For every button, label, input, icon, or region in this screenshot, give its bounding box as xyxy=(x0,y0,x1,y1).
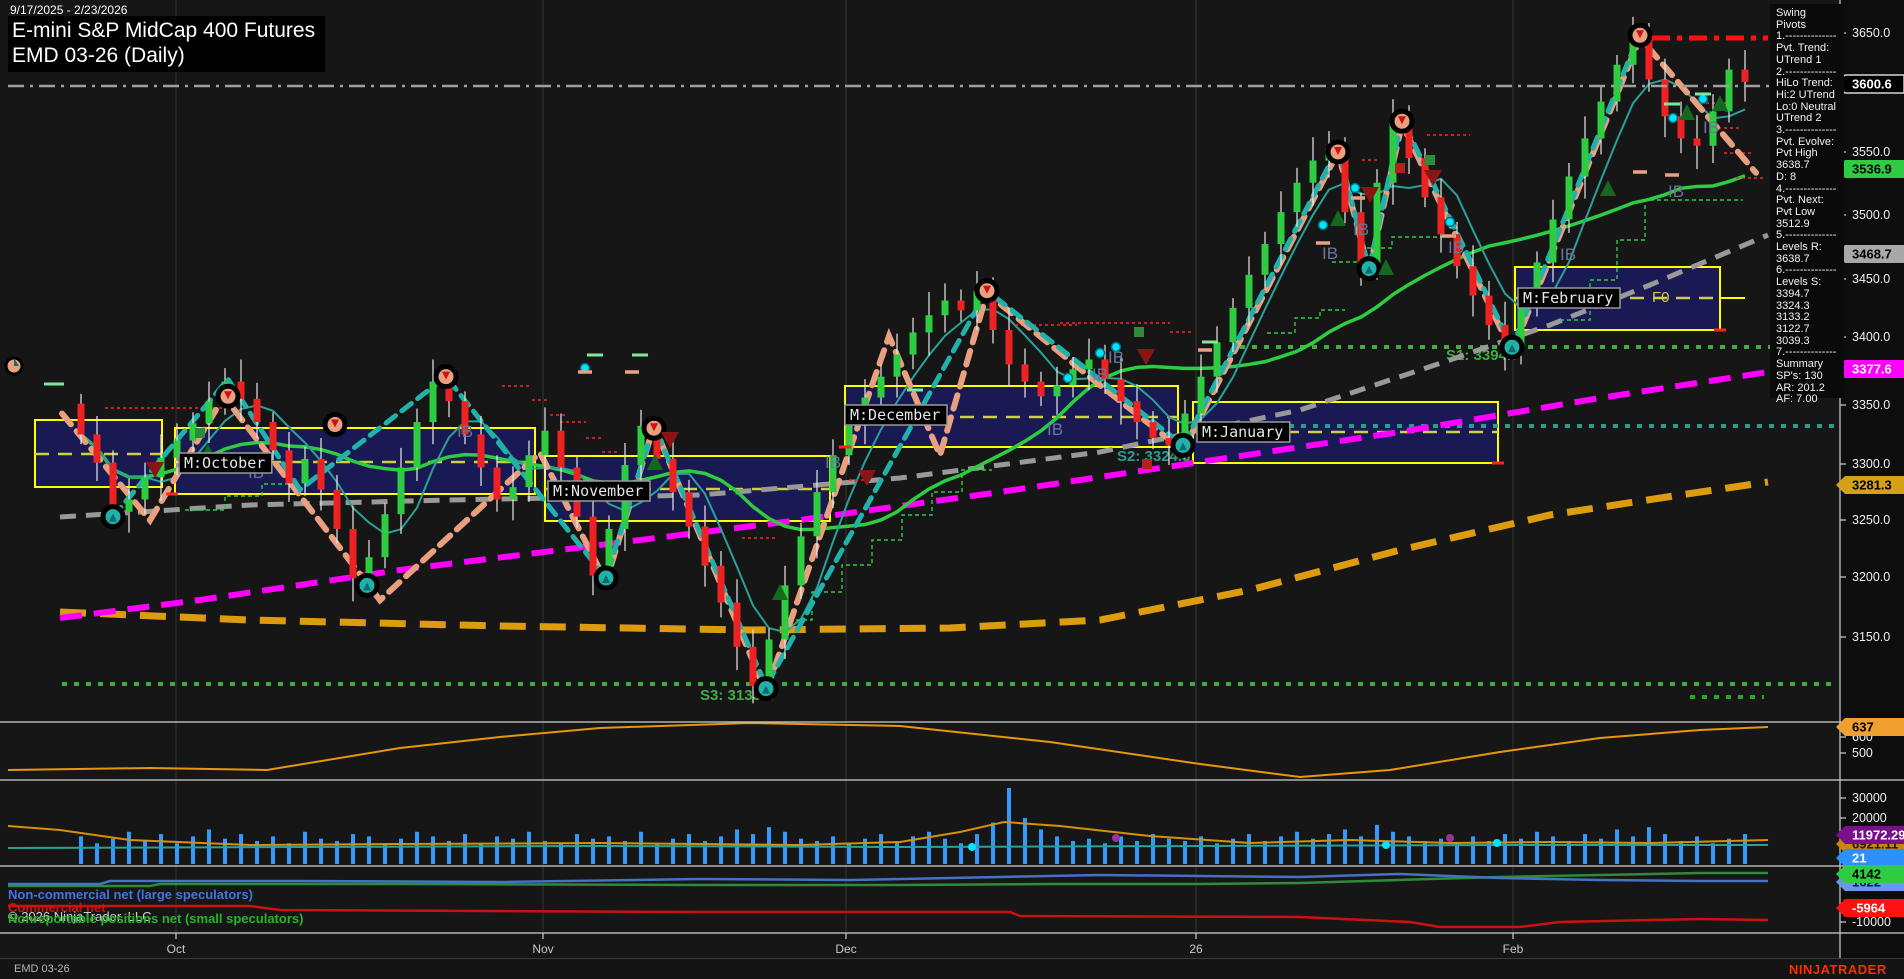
date-range: 9/17/2025 - 2/23/2026 xyxy=(10,3,127,17)
legend-line: Swing Pivots xyxy=(1776,8,1838,31)
legend-line: D: 8 xyxy=(1776,172,1838,184)
tab-bar: EMD 03-26 NINJATRADER xyxy=(0,958,1904,979)
svg-text:3400.0: 3400.0 xyxy=(1852,330,1890,344)
svg-text:3600.6: 3600.6 xyxy=(1852,77,1892,92)
svg-text:IB: IB xyxy=(1703,118,1719,137)
chart-canvas[interactable]: S1: 3394.7S2: 3324.3S3: 3133.2IBIBIBIBIB… xyxy=(0,0,1904,979)
svg-text:3300.0: 3300.0 xyxy=(1852,457,1890,471)
svg-text:IB: IB xyxy=(457,422,473,441)
svg-text:3536.9: 3536.9 xyxy=(1852,162,1892,177)
svg-text:30000: 30000 xyxy=(1852,791,1887,805)
ninjatrader-logo: NINJATRADER xyxy=(1789,962,1887,977)
svg-text:3550.0: 3550.0 xyxy=(1852,145,1890,159)
svg-text:IB: IB xyxy=(1322,244,1338,263)
svg-text:3250.0: 3250.0 xyxy=(1852,513,1890,527)
svg-text:Dec: Dec xyxy=(835,942,856,956)
svg-text:3500.0: 3500.0 xyxy=(1852,208,1890,222)
legend-line: SP's: 130 xyxy=(1776,371,1838,383)
svg-text:IB: IB xyxy=(1108,348,1124,367)
svg-text:20000: 20000 xyxy=(1852,811,1887,825)
svg-text:IB: IB xyxy=(1668,182,1684,201)
svg-text:Nov: Nov xyxy=(532,942,553,956)
svg-text:4142: 4142 xyxy=(1852,867,1881,882)
svg-text:IB: IB xyxy=(1560,245,1576,264)
svg-text:IB: IB xyxy=(1092,365,1108,384)
svg-text:26: 26 xyxy=(1189,942,1203,956)
svg-text:3450.0: 3450.0 xyxy=(1852,272,1890,286)
ninjatrader-chart-window: S1: 3394.7S2: 3324.3S3: 3133.2IBIBIBIBIB… xyxy=(0,0,1904,979)
chart-title-line2: EMD 03-26 (Daily) xyxy=(12,43,315,68)
svg-text:M:December: M:December xyxy=(850,406,940,424)
svg-text:21: 21 xyxy=(1852,851,1866,866)
cot-nonreportable-label: Nonreportable positions net (small specu… xyxy=(8,913,303,925)
legend-line: 3122.7 xyxy=(1776,324,1838,336)
svg-text:M:October: M:October xyxy=(184,454,265,472)
svg-text:3468.7: 3468.7 xyxy=(1852,247,1892,262)
svg-text:-5964: -5964 xyxy=(1852,901,1886,916)
svg-text:3150.0: 3150.0 xyxy=(1852,630,1890,644)
chart-title-line1: E-mini S&P MidCap 400 Futures xyxy=(12,18,315,43)
svg-text:IB: IB xyxy=(1448,238,1464,257)
svg-text:IB: IB xyxy=(825,453,841,472)
svg-text:500: 500 xyxy=(1852,746,1873,760)
cot-legend: Non-commercial net (large speculators) C… xyxy=(8,889,303,925)
legend-line: AF: 7.00 xyxy=(1776,394,1838,406)
legend-line: Levels R: xyxy=(1776,242,1838,254)
svg-text:Feb: Feb xyxy=(1503,942,1524,956)
svg-text:3377.6: 3377.6 xyxy=(1852,362,1892,377)
svg-text:IB: IB xyxy=(1047,420,1063,439)
svg-text:M:February: M:February xyxy=(1523,289,1613,307)
tab-instrument[interactable]: EMD 03-26 xyxy=(14,963,70,975)
legend-line: Hi:2 UTrend xyxy=(1776,90,1838,102)
svg-text:637: 637 xyxy=(1852,720,1874,735)
legend-line: 3394.7 xyxy=(1776,289,1838,301)
chart-title: E-mini S&P MidCap 400 Futures EMD 03-26 … xyxy=(8,16,325,72)
svg-text:11972.29: 11972.29 xyxy=(1852,828,1904,843)
svg-text:3281.3: 3281.3 xyxy=(1852,478,1892,493)
svg-text:Oct: Oct xyxy=(167,942,186,956)
svg-text:3200.0: 3200.0 xyxy=(1852,570,1890,584)
svg-text:M:November: M:November xyxy=(553,482,643,500)
svg-text:IB: IB xyxy=(1353,220,1369,239)
legend-line: UTrend 1 xyxy=(1776,55,1838,67)
svg-text:-10000: -10000 xyxy=(1852,915,1891,929)
legend-line: Pvt Low xyxy=(1776,207,1838,219)
svg-text:3650.0: 3650.0 xyxy=(1852,26,1890,40)
svg-text:M:January: M:January xyxy=(1202,423,1283,441)
svg-text:3350.0: 3350.0 xyxy=(1852,398,1890,412)
swing-pivots-legend: Swing Pivots1.--------------Pvt. Trend:U… xyxy=(1770,4,1844,398)
legend-line: 3.-------------- xyxy=(1776,125,1838,137)
svg-text:F0: F0 xyxy=(1652,289,1670,306)
